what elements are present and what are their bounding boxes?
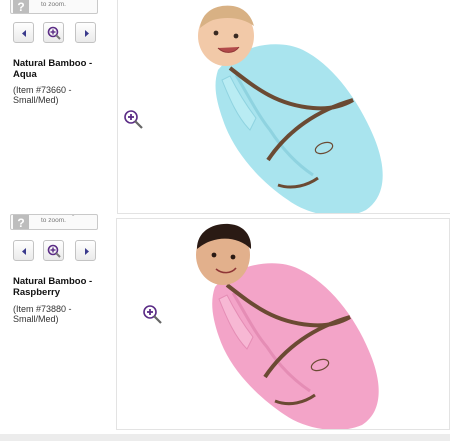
product-aqua: ? Select image. Click to zoom. Natural B… [0,0,450,218]
zoom-button[interactable] [43,22,64,43]
triangle-right-icon [85,248,89,255]
swaddle-aqua-image [198,5,383,213]
zoom-button[interactable] [43,240,64,261]
product-raspberry: ? Select image. Click to zoom. Natural B… [0,214,450,433]
magnifier-plus-icon [47,244,61,258]
product-item-number: (Item #73880 - Small/Med) [13,304,72,324]
next-image-button[interactable] [75,22,96,43]
question-mark-icon: ? [13,215,29,229]
zoom-hint: ? Select image. Click to zoom. [10,0,98,14]
product-photo-frame[interactable] [117,0,450,214]
swaddle-raspberry-image [196,223,379,429]
prev-image-button[interactable] [13,22,34,43]
product-name: Natural Bamboo - Aqua [13,58,93,80]
product-photo-frame[interactable] [116,218,450,430]
question-mark-icon: ? [13,0,29,13]
product-name: Natural Bamboo - Raspberry [13,276,93,298]
magnifier-plus-icon [47,26,61,40]
triangle-left-icon [22,30,26,37]
triangle-left-icon [22,248,26,255]
footer-bar [0,434,450,441]
next-image-button[interactable] [75,240,96,261]
zoom-hint-text: Select image. Click to zoom. [41,215,96,224]
zoom-hint-text: Select image. Click to zoom. [41,1,66,8]
triangle-right-icon [85,30,89,37]
prev-image-button[interactable] [13,240,34,261]
product-item-number: (Item #73660 - Small/Med) [13,85,72,105]
zoom-hint: ? Select image. Click to zoom. [10,214,98,230]
